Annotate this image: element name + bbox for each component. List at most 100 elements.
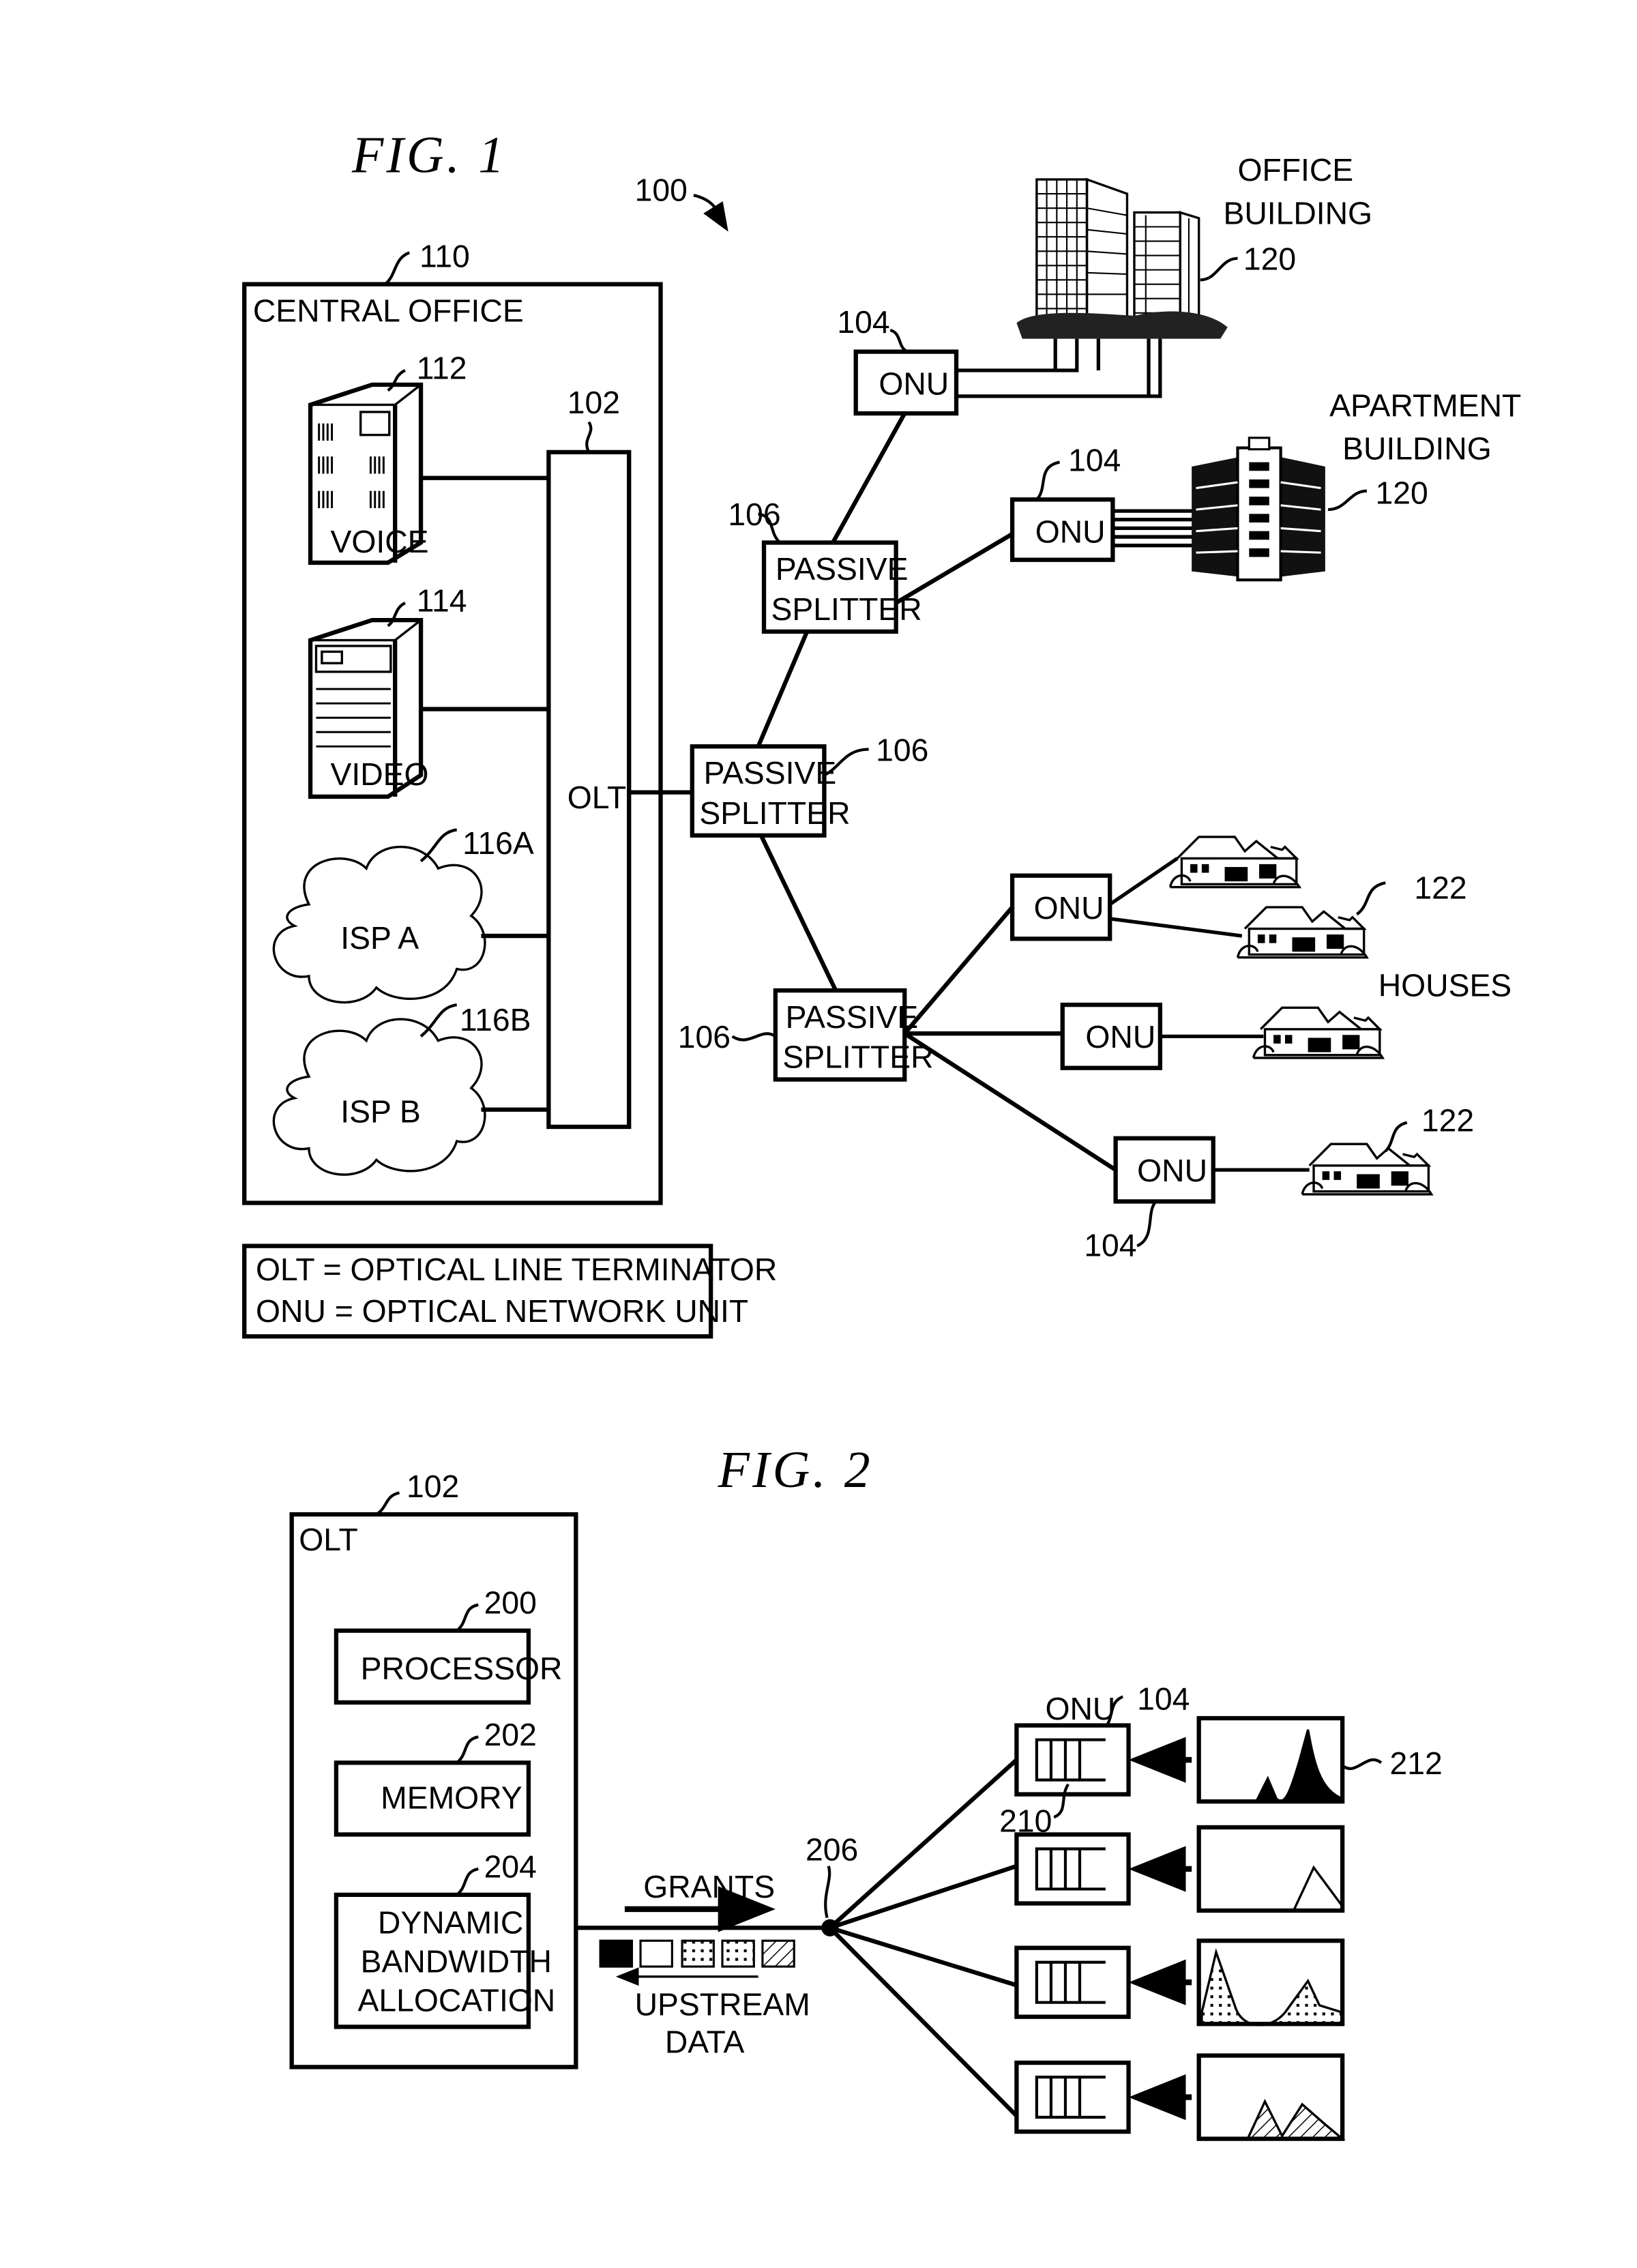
apartment-ref: 120 [1376, 475, 1428, 511]
splitter-top-ref: 106 [728, 497, 780, 532]
patent-drawing-sheet: FIG. 1 100 CENTRAL OFFICE 110 VOICE 112 [242, 127, 1521, 2141]
upstream-label-2: DATA [665, 2024, 745, 2059]
svg-text:100: 100 [635, 173, 688, 208]
olt-fig2-ref: 102 [407, 1469, 459, 1504]
onu-house-1: ONU [1009, 873, 1112, 941]
onu-house-3-label: ONU [1137, 1153, 1207, 1188]
onu-box [1014, 1832, 1131, 1906]
leader-206 [824, 1866, 831, 1919]
leader-122-top [1355, 881, 1386, 916]
splitter-middle: PASSIVE SPLITTER 106 [690, 732, 928, 838]
leader-104-house [1136, 1201, 1157, 1248]
isp-a-label: ISP A [340, 920, 419, 956]
house-icon [1252, 1006, 1385, 1059]
dba-line1: DYNAMIC [378, 1905, 523, 1941]
system-ref-arrow [693, 194, 728, 232]
onu-row [1014, 1939, 1345, 2027]
legend: OLT = OPTICAL LINE TERMINATOR ONU = OPTI… [242, 1243, 777, 1339]
apartment-line1: APARTMENT [1329, 387, 1521, 423]
houses-ref-bottom: 122 [1421, 1102, 1474, 1138]
leader-122-bottom [1384, 1121, 1408, 1153]
voice-ref: 112 [417, 351, 467, 386]
isp-a-ref: 116A [462, 825, 534, 861]
leader-104-office [889, 328, 909, 353]
dba-ref: 204 [484, 1849, 537, 1885]
onu-row [1014, 2053, 1346, 2141]
legend-line-2: ONU = OPTICAL NETWORK UNIT [256, 1293, 748, 1329]
splitter-bottom-line1: PASSIVE [786, 999, 919, 1035]
splitter-middle-ref: 106 [876, 732, 928, 767]
onu-fig2-label: ONU [1046, 1691, 1116, 1726]
legend-line-1: OLT = OPTICAL LINE TERMINATOR [256, 1252, 777, 1287]
splitter-middle-line2: SPLITTER [699, 795, 850, 831]
grants-label: GRANTS [643, 1869, 775, 1904]
olt-fig1: OLT 102 [546, 385, 632, 1130]
video-ref: 114 [417, 583, 467, 618]
splitter-bottom-ref: 106 [678, 1019, 731, 1055]
central-office-label: CENTRAL OFFICE [253, 293, 524, 328]
house-icon [1168, 836, 1301, 889]
central-office-ref: 110 [419, 238, 470, 274]
upstream-block-solid [599, 1939, 634, 1968]
onu-stack [1014, 1715, 1346, 2141]
leader-106-bottom [731, 1032, 777, 1042]
house-icon [1236, 906, 1369, 959]
leader-212 [1341, 1758, 1383, 1770]
fig2-title: FIG. 2 [718, 1441, 873, 1499]
processor-label: PROCESSOR [361, 1651, 563, 1686]
voice-label: VOICE [330, 524, 428, 559]
onu-apartment-label: ONU [1035, 514, 1106, 549]
upstream-label-1: UPSTREAM [635, 1987, 810, 2022]
onu-row [1014, 1825, 1345, 1913]
upstream-block-hatched [761, 1939, 795, 1968]
onu-apartment: ONU 104 [1009, 442, 1121, 562]
office-ref: 120 [1243, 241, 1296, 277]
olt-ref: 102 [567, 385, 620, 420]
onu-office-label: ONU [879, 366, 949, 402]
splitter-top-line1: PASSIVE [776, 551, 909, 587]
onu-box [1014, 1945, 1131, 2019]
leader-102-fig2 [375, 1491, 400, 1516]
fig1-title: FIG. 1 [351, 127, 507, 184]
onu-office-ref: 104 [837, 304, 889, 340]
splitter-middle-line1: PASSIVE [704, 755, 837, 791]
onu-house-3: ONU 104 [1084, 1136, 1215, 1263]
memory-label: MEMORY [381, 1780, 522, 1816]
houses-text: HOUSES [1378, 967, 1511, 1003]
splitter-top: PASSIVE SPLITTER 106 [728, 497, 922, 634]
queue-ref: 210 [999, 1803, 1052, 1838]
office-line2: BUILDING [1223, 195, 1372, 231]
leader-110 [384, 251, 411, 286]
video-label: VIDEO [330, 756, 428, 792]
upstream-blocks [599, 1939, 795, 1968]
onu-fig2-ref: 104 [1137, 1681, 1190, 1716]
memory-ref: 202 [484, 1717, 537, 1752]
splitter-bottom-line2: SPLITTER [782, 1040, 933, 1075]
splitter-bottom: PASSIVE SPLITTER 106 [678, 988, 934, 1082]
office-building-icon [1016, 177, 1228, 339]
onu-house-3-ref: 104 [1084, 1227, 1136, 1263]
splitter-top-line2: SPLITTER [771, 591, 922, 627]
onu-house-1-label: ONU [1034, 890, 1104, 926]
houses-label: 122 HOUSES 122 [1355, 870, 1511, 1153]
system-ref-100: 100 [635, 173, 728, 232]
leader-120-apartment [1327, 489, 1368, 512]
olt-label: OLT [567, 780, 627, 815]
traffic-ref: 212 [1390, 1746, 1443, 1781]
drop-fibers [828, 1758, 1018, 2118]
splitter-ref-206: 206 [806, 1831, 858, 1867]
isp-b-ref: 116B [460, 1002, 531, 1037]
processor-ref: 200 [484, 1585, 537, 1620]
onu-apartment-ref: 104 [1068, 442, 1121, 477]
dba-line3: ALLOCATION [357, 1982, 555, 2018]
leader-120-office [1200, 256, 1238, 282]
office-line1: OFFICE [1237, 152, 1353, 188]
upstream-block-dotted [721, 1939, 755, 1968]
traffic-graph-box [1196, 1825, 1345, 1913]
upstream-block-empty [639, 1939, 673, 1968]
onu-house-2: ONU [1060, 1002, 1163, 1070]
onu-office: ONU 104 [837, 304, 959, 416]
olt-fig2-label: OLT [299, 1522, 358, 1557]
house-icon [1301, 1143, 1434, 1196]
onu-box [1014, 1723, 1131, 1797]
